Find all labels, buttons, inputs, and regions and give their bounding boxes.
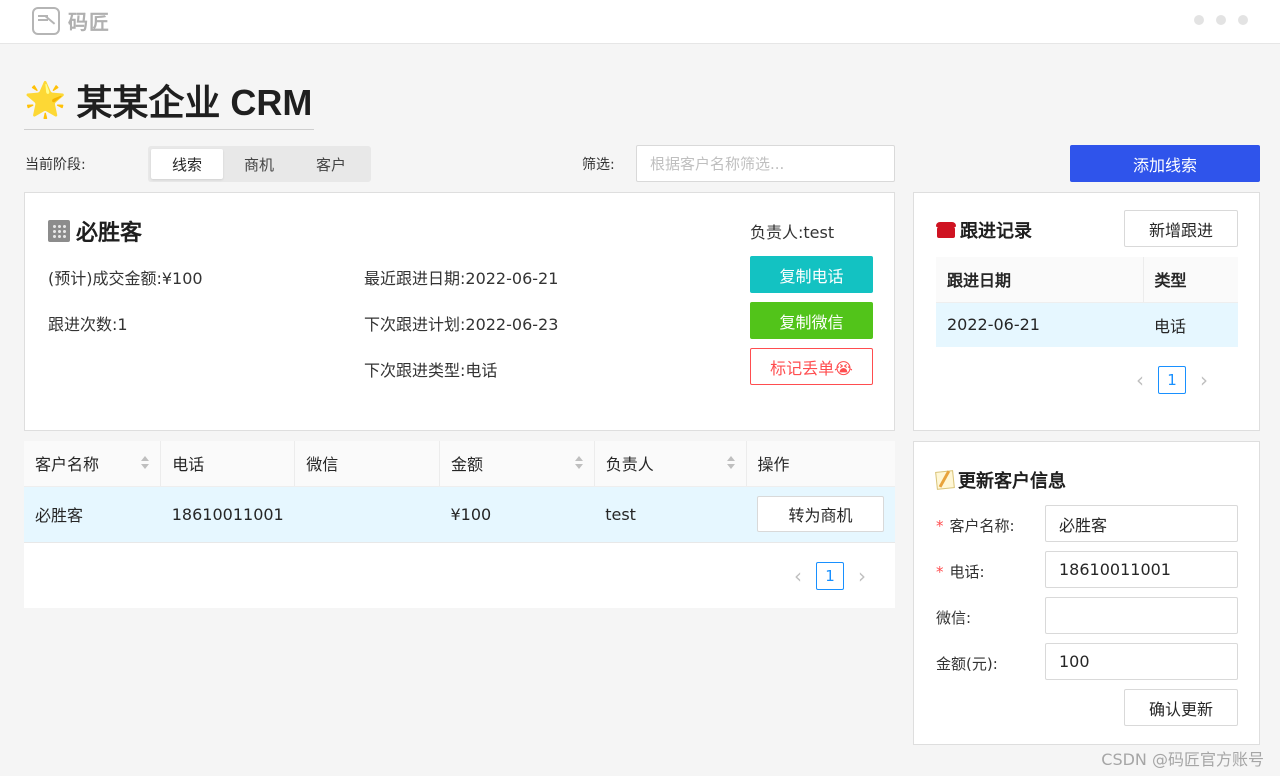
followup-title: 跟进记录 — [936, 217, 1032, 243]
building-icon — [48, 220, 70, 242]
name-label: * 客户名称: — [936, 515, 1015, 536]
copy-wechat-button[interactable]: 复制微信 — [750, 302, 873, 339]
next-plan-text: 下次跟进计划:2022-06-23 — [364, 315, 559, 334]
update-title: 更新客户信息 — [935, 467, 1066, 493]
company-header: 必胜客 — [48, 215, 142, 247]
telephone-icon — [936, 221, 956, 239]
customer-filter-input[interactable] — [636, 145, 895, 182]
tab-opportunities[interactable]: 商机 — [223, 149, 295, 179]
col-header-name[interactable]: 客户名称 — [24, 441, 162, 487]
copy-phone-button[interactable]: 复制电话 — [750, 256, 873, 293]
col-header-date: 跟进日期 — [936, 257, 1144, 303]
col-header-phone: 电话 — [160, 441, 296, 487]
col-header-amount[interactable]: 金额 — [439, 441, 595, 487]
window-dot-icon[interactable] — [1238, 15, 1248, 25]
star-icon: 🌟 — [24, 79, 67, 120]
amount-label: 金额(元): — [936, 655, 998, 673]
tab-customers[interactable]: 客户 — [295, 149, 367, 179]
col-header-label: 电话 — [172, 455, 205, 475]
phone-label-text: 电话: — [949, 563, 985, 581]
col-header-actions: 操作 — [746, 441, 895, 487]
window-dot-icon[interactable] — [1216, 15, 1226, 25]
customer-name-input[interactable] — [1045, 505, 1238, 542]
logo-icon — [32, 6, 60, 35]
lead-detail-card: 必胜客 负责人:test (预计)成交金额:¥100 跟进次数:1 最近跟进日期… — [24, 192, 895, 431]
table-row[interactable]: 2022-06-21 电话 — [936, 302, 1238, 347]
mark-lost-button[interactable]: 标记丢单😭 — [750, 348, 873, 385]
confirm-update-button[interactable]: 确认更新 — [1124, 689, 1238, 726]
prev-page-icon[interactable]: ‹ — [788, 566, 808, 586]
table-row[interactable]: 必胜客 18610011001 ¥100 test 转为商机 — [24, 486, 895, 543]
required-mark: * — [936, 563, 944, 581]
expected-amount-text: (预计)成交金额:¥100 — [48, 269, 203, 288]
followup-pagination: ‹ 1 › — [1130, 366, 1214, 394]
col-header-wechat: 微信 — [294, 441, 440, 487]
required-mark: * — [936, 517, 944, 535]
next-page-icon[interactable]: › — [852, 566, 872, 586]
page-number[interactable]: 1 — [1158, 366, 1186, 394]
name-label-text: 客户名称: — [949, 517, 1015, 535]
next-type-text: 下次跟进类型:电话 — [364, 361, 498, 380]
col-header-owner[interactable]: 负责人 — [594, 441, 747, 487]
col-header-label: 负责人 — [605, 455, 654, 475]
followup-title-text: 跟进记录 — [960, 221, 1032, 242]
sort-icon[interactable] — [574, 456, 584, 472]
page-header: 🌟 某某企业 CRM — [24, 70, 315, 130]
followup-table: 跟进日期 类型 2022-06-21 电话 — [936, 257, 1238, 347]
last-followup-text: 最近跟进日期:2022-06-21 — [364, 269, 559, 288]
update-customer-card: 更新客户信息 * 客户名称: * 电话: 微信: 金额(元): 确认更新 — [913, 441, 1260, 745]
cell-actions: 转为商机 — [746, 486, 895, 543]
window-dot-icon[interactable] — [1194, 15, 1204, 25]
filter-label: 筛选: — [582, 157, 615, 173]
col-header-label: 微信 — [306, 455, 339, 475]
stage-segmented-control: 线索 商机 客户 — [148, 146, 371, 182]
logo-text: 码匠 — [68, 10, 110, 34]
add-lead-button[interactable]: 添加线索 — [1070, 145, 1260, 182]
window-controls — [1194, 15, 1248, 25]
col-header-type: 类型 — [1143, 257, 1238, 303]
update-title-text: 更新客户信息 — [958, 471, 1066, 492]
cell-wechat — [294, 486, 440, 543]
table-header-row: 客户名称 电话 微信 金额 负责人 操作 — [24, 441, 895, 487]
wechat-input[interactable] — [1045, 597, 1238, 634]
page-number[interactable]: 1 — [816, 562, 844, 590]
next-page-icon[interactable]: › — [1194, 370, 1214, 390]
followup-count-text: 跟进次数:1 — [48, 315, 128, 334]
tab-leads[interactable]: 线索 — [151, 149, 223, 179]
table-header-row: 跟进日期 类型 — [936, 257, 1238, 303]
phone-input[interactable] — [1045, 551, 1238, 588]
sort-icon[interactable] — [140, 456, 150, 472]
col-header-label: 金额 — [450, 455, 483, 475]
owner-text: 负责人:test — [750, 223, 835, 242]
cell-date: 2022-06-21 — [936, 302, 1143, 347]
cell-amount: ¥100 — [439, 486, 595, 543]
window-titlebar: 码匠 — [0, 0, 1280, 44]
col-header-label: 操作 — [757, 455, 790, 475]
table-pagination: ‹ 1 › — [788, 562, 872, 590]
page-title: 某某企业 CRM — [76, 81, 313, 123]
phone-label: * 电话: — [936, 561, 985, 582]
memo-icon — [935, 470, 955, 490]
customer-table: 客户名称 电话 微信 金额 负责人 操作 必胜客 18610011001 ¥10… — [24, 441, 895, 543]
cell-name: 必胜客 — [24, 486, 161, 543]
company-name: 必胜客 — [76, 221, 143, 246]
col-header-label: 客户名称 — [35, 455, 100, 475]
prev-page-icon[interactable]: ‹ — [1130, 370, 1150, 390]
cell-owner: test — [594, 486, 746, 543]
add-followup-button[interactable]: 新增跟进 — [1124, 210, 1238, 247]
amount-input[interactable] — [1045, 643, 1238, 680]
customer-table-card: 客户名称 电话 微信 金额 负责人 操作 必胜客 18610011001 ¥10… — [24, 441, 895, 608]
followup-records-card: 跟进记录 新增跟进 跟进日期 类型 2022-06-21 电话 ‹ 1 › — [913, 192, 1260, 431]
watermark: CSDN @码匠官方账号 — [1101, 750, 1264, 769]
sort-icon[interactable] — [726, 456, 736, 472]
cell-phone: 18610011001 — [160, 486, 295, 543]
wechat-label: 微信: — [936, 609, 972, 627]
cell-type: 电话 — [1143, 302, 1238, 347]
app-logo: 码匠 — [32, 6, 110, 35]
stage-label: 当前阶段: — [25, 157, 86, 173]
convert-to-opportunity-button[interactable]: 转为商机 — [757, 496, 884, 532]
